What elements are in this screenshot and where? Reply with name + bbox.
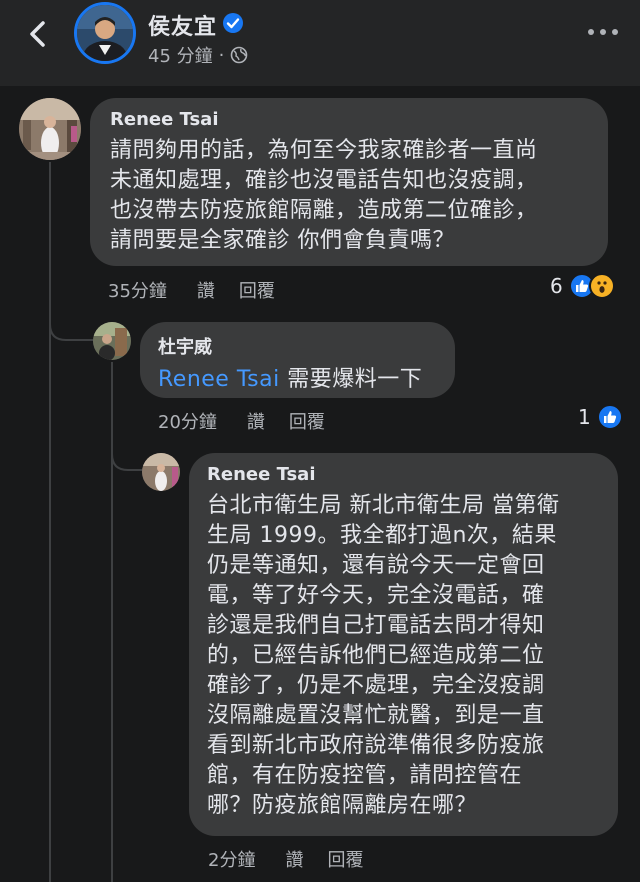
reaction-count: 6	[550, 274, 563, 298]
post-time[interactable]: 45 分鐘	[148, 42, 213, 68]
like-link[interactable]: 讚	[197, 277, 215, 303]
comment-actions: 35分鐘 讚 回覆	[108, 277, 299, 303]
comment-text-line: 仍是等通知，還有說今天一定會回	[207, 553, 545, 578]
reaction-summary[interactable]: 1	[578, 404, 623, 430]
commenter-name[interactable]: Renee Tsai	[110, 109, 588, 130]
comment-bubble: 杜宇威 Renee Tsai 需要爆料一下	[140, 322, 455, 398]
comment-text-line: 請問夠用的話，為何至今我家確診者一直尚	[110, 138, 538, 163]
like-icon	[596, 404, 623, 430]
comment-text: Renee Tsai 需要爆料一下	[158, 365, 435, 395]
commenter-photo	[19, 98, 81, 160]
comment-actions: 2分鐘 讚 回覆	[208, 846, 387, 872]
comment-time[interactable]: 2分鐘	[208, 846, 255, 872]
comment-text-line: 診還是我們自己打電話去問才得知	[207, 613, 545, 638]
comment-text-line: 請問要是全家確診 你們會負責嗎？	[110, 228, 455, 253]
author-name[interactable]: 侯友宜	[148, 9, 217, 41]
meta-separator: ·	[218, 44, 225, 66]
comment-thread-screen: 侯友宜 45 分鐘 · Renee Tsai 請問夠用的話，為何至今我家確診者一…	[0, 0, 640, 882]
comment-text-line: 哪？防疫旅館隔離房在哪？	[207, 793, 478, 818]
commenter-avatar[interactable]	[142, 453, 180, 491]
reply-link[interactable]: 回覆	[327, 846, 363, 872]
post-header: 侯友宜 45 分鐘 ·	[0, 0, 640, 86]
wow-icon	[588, 273, 615, 299]
mention-link[interactable]: Renee Tsai	[158, 367, 280, 392]
like-link[interactable]: 讚	[285, 846, 303, 872]
commenter-name[interactable]: Renee Tsai	[207, 464, 600, 485]
comment-text-line: 的，已經告訴他們已經造成第二位	[207, 643, 545, 668]
author-photo	[77, 5, 133, 61]
comment-text-line: 電，等了好今天，完全沒電話，確	[207, 583, 545, 608]
like-link[interactable]: 讚	[247, 408, 265, 434]
more-options-button[interactable]	[588, 22, 618, 42]
thread-line	[49, 162, 51, 882]
verified-badge-icon	[223, 13, 243, 33]
reply-link[interactable]: 回覆	[289, 408, 325, 434]
comment-text-line: 看到新北市政府說準備很多防疫旅	[207, 733, 545, 758]
comment-text-line: 台北市衛生局 新北市衛生局 當第衛	[207, 493, 560, 518]
comment-time[interactable]: 35分鐘	[108, 277, 167, 303]
comment-text-line: 未通知處理，確診也沒電話告知也沒疫調，	[110, 168, 538, 193]
comment-time[interactable]: 20分鐘	[158, 408, 217, 434]
commenter-avatar[interactable]	[19, 98, 81, 160]
reply-link[interactable]: 回覆	[239, 277, 275, 303]
commenter-name[interactable]: 杜宇威	[158, 333, 435, 359]
reply-connector	[49, 310, 95, 341]
comment-body: 需要爆料一下	[279, 367, 423, 392]
chevron-left-icon	[30, 21, 45, 47]
post-meta: 45 分鐘 ·	[148, 42, 248, 68]
dot-icon	[612, 29, 618, 35]
comment-bubble: Renee Tsai 台北市衛生局 新北市衛生局 當第衛 生局 1999。我全都…	[189, 453, 618, 836]
comment-text-line: 也沒帶去防疫旅館隔離，造成第二位確診，	[110, 198, 538, 223]
back-button[interactable]	[22, 18, 52, 50]
reaction-summary[interactable]: 6	[550, 273, 615, 299]
reaction-count: 1	[578, 405, 591, 429]
comment-text-line: 確診了，仍是不處理，完全沒疫調	[207, 673, 545, 698]
dot-icon	[600, 29, 606, 35]
commenter-avatar[interactable]	[93, 322, 131, 360]
comment-text-line: 館，有在防疫控管，請問控管在	[207, 763, 523, 788]
author-avatar[interactable]	[74, 2, 136, 64]
comment-text-line: 生局 1999。我全都打過n次，結果	[207, 523, 557, 548]
comment-actions: 20分鐘 讚 回覆	[158, 408, 349, 434]
comment-text-line: 沒隔離處置沒幫忙就醫，到是一直	[207, 703, 545, 728]
comment-bubble: Renee Tsai 請問夠用的話，為何至今我家確診者一直尚 未通知處理，確診也…	[90, 98, 608, 266]
commenter-photo	[93, 322, 131, 360]
dot-icon	[588, 29, 594, 35]
commenter-photo	[142, 453, 180, 491]
globe-icon	[231, 46, 248, 64]
